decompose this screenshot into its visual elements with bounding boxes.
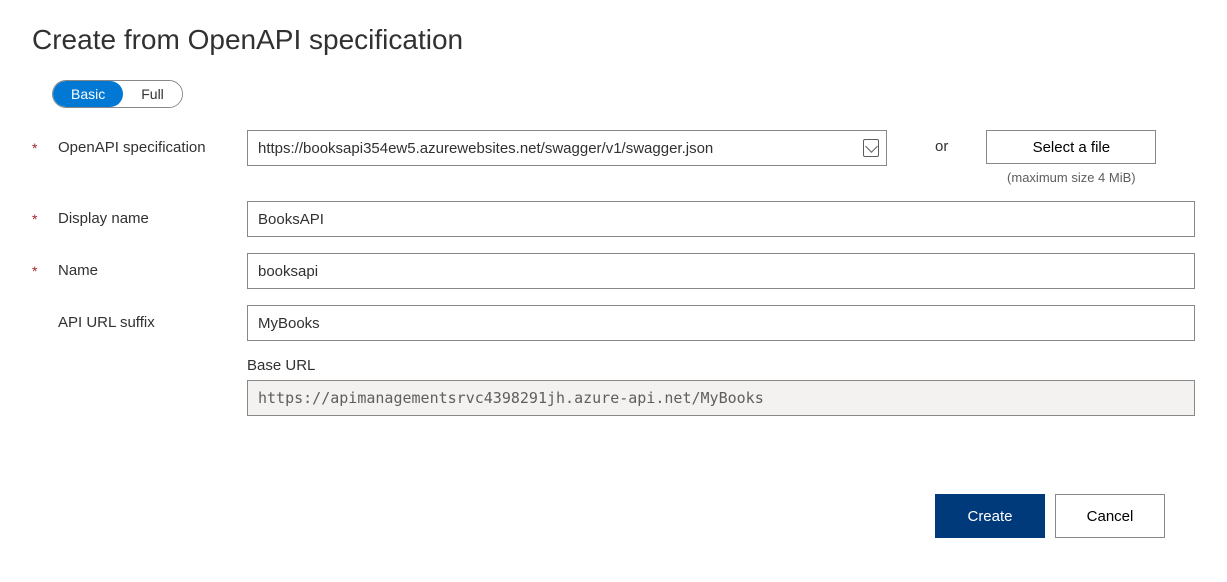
or-label: or (887, 130, 986, 155)
page-title: Create from OpenAPI specification (32, 24, 1195, 56)
create-button[interactable]: Create (935, 494, 1045, 538)
file-icon (863, 139, 879, 157)
form: * OpenAPI specification or Select a file… (32, 130, 1195, 416)
label-suffix: API URL suffix (58, 313, 155, 333)
row-name: * Name (32, 253, 1195, 289)
api-url-suffix-input[interactable] (247, 305, 1195, 341)
row-spec: * OpenAPI specification or Select a file… (32, 130, 1195, 185)
label-name: Name (58, 261, 98, 281)
row-suffix: API URL suffix (32, 305, 1195, 341)
select-file-button[interactable]: Select a file (986, 130, 1156, 164)
footer-actions: Create Cancel (32, 494, 1195, 538)
required-marker: * (32, 138, 58, 155)
required-marker: * (32, 209, 58, 226)
label-display-name: Display name (58, 209, 149, 229)
cancel-button[interactable]: Cancel (1055, 494, 1165, 538)
row-display-name: * Display name (32, 201, 1195, 237)
name-input[interactable] (247, 253, 1195, 289)
mode-toggle: Basic Full (52, 80, 183, 108)
row-base-url: Base URL https://apimanagementsrvc439829… (32, 357, 1195, 416)
toggle-basic[interactable]: Basic (53, 81, 123, 107)
label-spec: OpenAPI specification (58, 138, 206, 158)
base-url-display: https://apimanagementsrvc4398291jh.azure… (247, 380, 1195, 416)
display-name-input[interactable] (247, 201, 1195, 237)
required-marker: * (32, 261, 58, 278)
label-base-url: Base URL (247, 357, 1195, 374)
toggle-full[interactable]: Full (123, 81, 182, 107)
max-size-hint: (maximum size 4 MiB) (1007, 170, 1136, 185)
openapi-spec-input[interactable] (247, 130, 887, 166)
